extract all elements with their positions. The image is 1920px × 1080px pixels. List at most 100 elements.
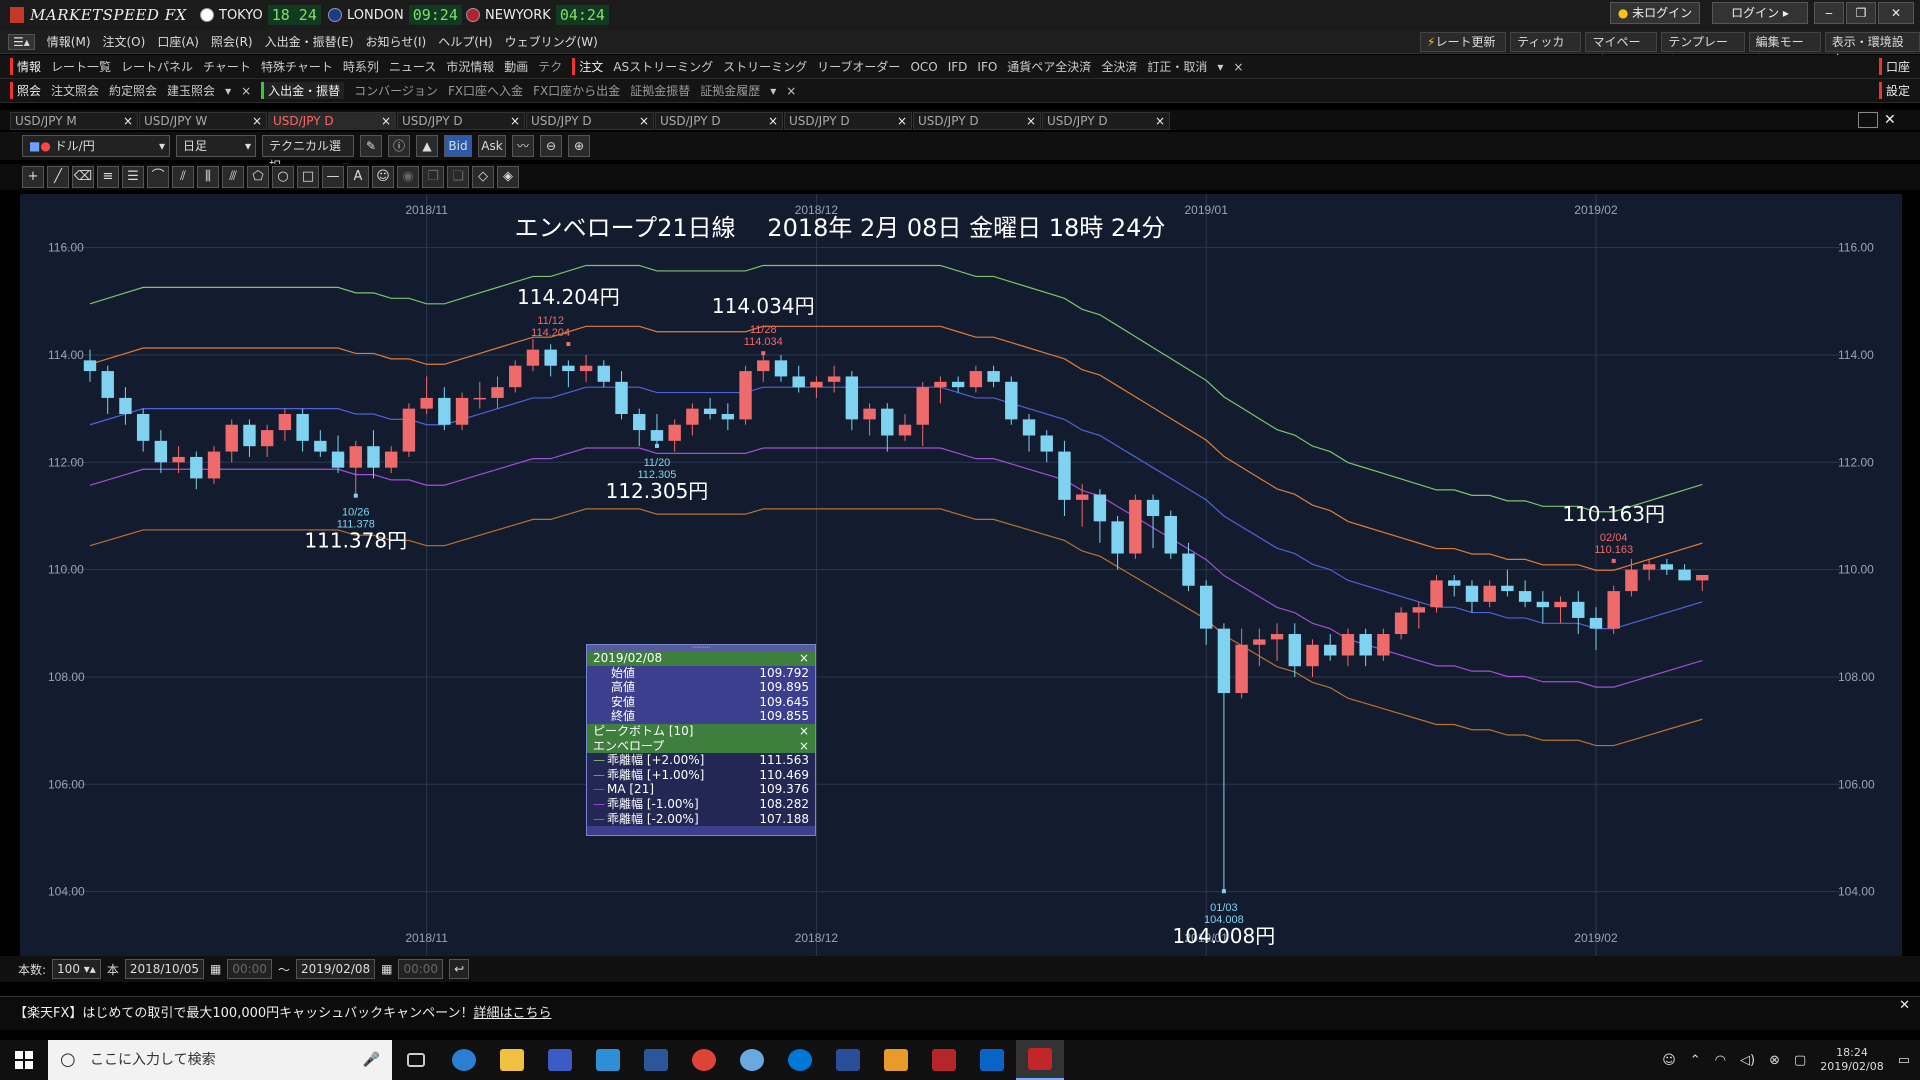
feather-icon[interactable] — [824, 1040, 872, 1080]
tool-position-inquiry[interactable]: 建玉照会 — [167, 82, 215, 99]
chart-tab[interactable]: USD/JPY D × — [913, 112, 1041, 130]
taskbar-clock[interactable]: 18:24 2019/02/08 — [1820, 1046, 1883, 1074]
period-select[interactable]: 日足 ▾ — [176, 135, 256, 157]
paste-icon[interactable]: ❏ — [447, 166, 469, 188]
toolbar-info-label[interactable]: 情報 — [10, 58, 41, 75]
close-tab-icon[interactable]: × — [768, 113, 778, 129]
volume-icon[interactable]: ◁) — [1740, 1053, 1755, 1068]
eraser-icon[interactable]: ⌫ — [72, 166, 94, 188]
tool-ifd[interactable]: IFD — [948, 60, 968, 74]
app-orange-icon[interactable] — [872, 1040, 920, 1080]
close-tab-icon[interactable]: × — [897, 113, 907, 129]
tool-as-streaming[interactable]: ASストリーミング — [613, 58, 713, 75]
ask-button[interactable]: Ask — [478, 135, 506, 157]
text-icon[interactable]: A — [347, 166, 369, 188]
tool-modify-cancel[interactable]: 訂正・取消 — [1147, 58, 1207, 75]
close-tab-icon[interactable]: × — [381, 113, 391, 129]
chart-tab[interactable]: USD/JPY D × — [526, 112, 654, 130]
chart-tab[interactable]: USD/JPY D × — [655, 112, 783, 130]
close-tab-icon[interactable]: × — [1155, 113, 1165, 129]
menu-inquiry[interactable]: 照会(R) — [211, 33, 253, 50]
from-time-field[interactable]: 00:00 — [227, 959, 272, 979]
menu-help[interactable]: ヘルプ(H) — [438, 33, 492, 50]
ime-icon[interactable]: ⊗ — [1769, 1053, 1780, 1068]
tool-timeseries[interactable]: 時系列 — [343, 58, 379, 75]
bid-button[interactable]: Bid — [444, 135, 472, 157]
arc-icon[interactable]: ⌒ — [147, 166, 169, 188]
word-icon[interactable] — [632, 1040, 680, 1080]
close-tab-icon[interactable]: × — [1026, 113, 1036, 129]
tool-pair-close[interactable]: 通貨ペア全決済 — [1007, 58, 1091, 75]
technical-select[interactable]: テクニカル選択▾ — [262, 135, 354, 173]
tool-news[interactable]: ニュース — [389, 58, 436, 75]
tool-chart[interactable]: チャート — [203, 58, 251, 75]
menu-transfer[interactable]: 入出金・振替(E) — [265, 33, 354, 50]
edge-icon[interactable] — [776, 1040, 824, 1080]
from-date-field[interactable]: 2018/10/05 — [124, 959, 205, 979]
maximize-panel-icon[interactable] — [1858, 112, 1878, 128]
close-icon[interactable]: × — [799, 724, 809, 739]
pen-icon[interactable]: ✎ — [360, 135, 382, 157]
icon-tool-icon[interactable]: ☺ — [372, 166, 394, 188]
tool-rate-panel[interactable]: レートパネル — [121, 58, 193, 75]
trendline-icon[interactable]: ╱ — [47, 166, 69, 188]
toolbar-transfer-label[interactable]: 入出金・振替 — [261, 82, 345, 99]
price-chart[interactable]: 116.00 116.00 114.00 114.00 112.00 112.00 110.… — [20, 194, 1902, 956]
dropdown-icon[interactable]: ▾ — [770, 84, 776, 98]
close-panel-icon[interactable]: ✕ — [1884, 112, 1896, 128]
tool-withdraw[interactable]: FX口座から出金 — [533, 82, 620, 99]
explorer-icon[interactable] — [488, 1040, 536, 1080]
chevron-up-icon[interactable]: ⌃ — [1690, 1053, 1701, 1068]
display-settings-button[interactable]: 表示・環境設定 — [1824, 32, 1920, 67]
marketspeed-icon[interactable] — [920, 1040, 968, 1080]
chart-tab[interactable]: USD/JPY D × — [784, 112, 912, 130]
tool-order-inquiry[interactable]: 注文照会 — [51, 82, 99, 99]
dropdown-icon[interactable]: ▾ — [1217, 60, 1223, 74]
people-icon[interactable]: ☺ — [1662, 1053, 1676, 1068]
chart-svg[interactable]: 116.00 116.00 114.00 114.00 112.00 112.00 110.… — [20, 194, 1902, 956]
action-icon[interactable]: ▢ — [1794, 1053, 1806, 1068]
tool-margin-history[interactable]: 証拠金履歴 — [700, 82, 760, 99]
rate-update-button[interactable]: ⚡レート更新▾ — [1420, 32, 1507, 67]
tool-oco[interactable]: OCO — [910, 60, 937, 74]
tool-tech[interactable]: テク — [538, 58, 562, 75]
menu-account[interactable]: 口座(A) — [157, 33, 199, 50]
tool-exec-inquiry[interactable]: 約定照会 — [109, 82, 157, 99]
edit-mode-button[interactable]: 編集モード — [1748, 32, 1821, 67]
close-icon[interactable]: × — [786, 84, 796, 98]
menu-order[interactable]: 注文(O) — [103, 33, 146, 50]
tool-ifo[interactable]: IFO — [977, 60, 997, 74]
windows-start-icon[interactable] — [0, 1040, 48, 1080]
zoom-in-icon[interactable]: ⊕ — [568, 135, 590, 157]
delete-icon[interactable]: ◇ — [472, 166, 494, 188]
ie-icon[interactable] — [440, 1040, 488, 1080]
close-tab-icon[interactable]: × — [252, 113, 262, 129]
chart-tab[interactable]: USD/JPY D × — [268, 112, 396, 130]
calendar-icon[interactable]: ▦ — [381, 962, 392, 976]
close-icon[interactable]: × — [799, 739, 809, 754]
tool-deposit[interactable]: FX口座へ入金 — [448, 82, 523, 99]
tool-leave-order[interactable]: リーブオーダー — [817, 58, 900, 75]
rectangle-icon[interactable]: □ — [297, 166, 319, 188]
currency-pair-select[interactable]: ■● ドル/円 ▾ — [22, 135, 170, 157]
copy-icon[interactable]: ❐ — [422, 166, 444, 188]
hlines-icon[interactable]: ≡ — [97, 166, 119, 188]
tool-close-all[interactable]: 全決済 — [1101, 58, 1137, 75]
tool-market-info[interactable]: 市況情報 — [446, 58, 494, 75]
chart-tab[interactable]: USD/JPY D × — [1042, 112, 1170, 130]
menu-webring[interactable]: ウェブリング(W) — [505, 33, 598, 50]
chart-tab[interactable]: USD/JPY M × — [10, 112, 138, 130]
minimize-button[interactable]: ‒ — [1814, 2, 1844, 24]
close-icon[interactable]: × — [241, 84, 251, 98]
toolbar-account[interactable]: 口座 — [1878, 58, 1910, 75]
vlines-icon[interactable]: ⫼ — [197, 166, 219, 188]
chart-tab[interactable]: USD/JPY W × — [139, 112, 267, 130]
app-window-icon[interactable] — [584, 1040, 632, 1080]
info-icon[interactable]: ⓘ — [388, 135, 410, 157]
tool-video[interactable]: 動画 — [504, 58, 528, 75]
chrome-icon[interactable] — [680, 1040, 728, 1080]
taskbar-search[interactable]: ○ ここに入力して検索 🎤 — [48, 1040, 392, 1080]
toolbar-order-label[interactable]: 注文 — [572, 58, 603, 75]
to-date-field[interactable]: 2019/02/08 — [295, 959, 376, 979]
zoom-out-icon[interactable]: ⊖ — [540, 135, 562, 157]
